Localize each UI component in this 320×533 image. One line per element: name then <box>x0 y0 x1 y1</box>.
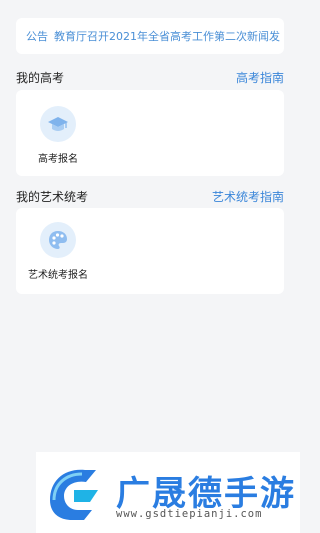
graduation-cap-icon <box>40 106 76 142</box>
gaokao-section-title: 我的高考 <box>16 70 65 85</box>
art-section-title: 我的艺术统考 <box>16 189 89 204</box>
status-bar-area <box>0 0 300 8</box>
site-logo <box>40 460 104 524</box>
watermark-overlay: 广晟德手游 www.gsdtiepianji.com <box>36 452 300 533</box>
art-card: 艺术统考报名 <box>16 208 284 294</box>
art-guide-link[interactable]: 艺术统考指南 <box>212 188 284 205</box>
watermark-url: www.gsdtiepianji.com <box>116 508 263 520</box>
art-register-tile[interactable]: 艺术统考报名 <box>28 222 88 281</box>
gaokao-card: 高考报名 <box>16 90 284 176</box>
art-section-header: 我的艺术统考 艺术统考指南 <box>16 187 284 205</box>
gaokao-register-tile[interactable]: 高考报名 <box>28 106 88 165</box>
art-register-label: 艺术统考报名 <box>28 270 88 281</box>
gaokao-guide-link[interactable]: 高考指南 <box>236 69 284 86</box>
palette-icon <box>40 222 76 258</box>
announcement-banner[interactable]: 公告 教育厅召开2021年全省高考工作第二次新闻发 <box>16 18 284 54</box>
announcement-tag: 公告 <box>26 30 48 43</box>
announcement-text: 教育厅召开2021年全省高考工作第二次新闻发 <box>54 30 280 43</box>
gaokao-register-label: 高考报名 <box>38 154 78 165</box>
gaokao-section-header: 我的高考 高考指南 <box>16 68 284 86</box>
